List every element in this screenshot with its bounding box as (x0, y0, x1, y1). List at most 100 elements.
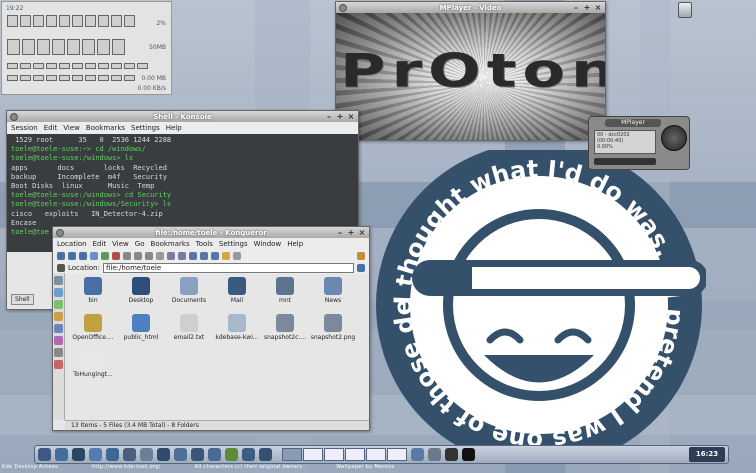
image-preview-icon[interactable] (222, 252, 230, 260)
minimize-icon[interactable]: – (336, 228, 344, 237)
file-item[interactable]: OpenOffice.... (69, 314, 117, 348)
mplayer-seek-bar[interactable] (594, 158, 656, 165)
sidebar-root-icon[interactable] (54, 348, 63, 357)
mplayer-video-window[interactable]: MPlayer - Video – + × PrOton (335, 1, 606, 141)
pager-desktop-4[interactable] (345, 448, 365, 461)
sidebar-services-icon[interactable] (54, 360, 63, 369)
file-icon[interactable] (84, 351, 102, 369)
file-icon[interactable] (84, 277, 102, 295)
video-frame[interactable]: PrOton (336, 13, 605, 140)
media-launcher-icon[interactable] (157, 448, 170, 461)
window-menu-icon[interactable] (10, 112, 18, 121)
menu-location[interactable]: Location (57, 240, 87, 248)
menu-help[interactable]: Help (287, 240, 303, 248)
trash-desktop-icon[interactable] (672, 2, 698, 18)
sidebar-history-icon[interactable] (54, 300, 63, 309)
file-icon[interactable] (324, 277, 342, 295)
go-icon[interactable] (357, 264, 365, 272)
paste-icon[interactable] (145, 252, 153, 260)
back-arrow-icon[interactable] (68, 252, 76, 260)
settings-icon[interactable] (233, 252, 241, 260)
trash-icon[interactable] (678, 2, 692, 18)
video-titlebar[interactable]: MPlayer - Video – + × (336, 2, 605, 13)
mplayer-controls[interactable]: MPlayer 00 - dcc0202 (00:00:40) 0.00% (588, 116, 690, 170)
file-icon[interactable] (132, 314, 150, 332)
taskbar-window-icon[interactable] (462, 448, 475, 461)
maximize-icon[interactable]: + (347, 228, 355, 237)
menu-session[interactable]: Session (11, 124, 38, 132)
file-icon[interactable] (228, 277, 246, 295)
file-item[interactable]: bin (69, 277, 117, 311)
konsole-titlebar[interactable]: Shell - Konsole – + × (7, 111, 358, 122)
up-arrow-icon[interactable] (57, 252, 65, 260)
file-icon[interactable] (324, 314, 342, 332)
menu-go[interactable]: Go (135, 240, 145, 248)
file-icon[interactable] (84, 314, 102, 332)
minimize-icon[interactable]: – (325, 112, 333, 121)
globe-launcher-icon[interactable] (174, 448, 187, 461)
maximize-icon[interactable]: + (336, 112, 344, 121)
zoom-in-icon[interactable] (167, 252, 175, 260)
kde-menu-icon[interactable] (38, 448, 51, 461)
calc-launcher-icon[interactable] (259, 448, 272, 461)
file-icon[interactable] (228, 314, 246, 332)
file-icon[interactable] (276, 314, 294, 332)
forward-arrow-icon[interactable] (79, 252, 87, 260)
sidebar-network-icon[interactable] (54, 324, 63, 333)
menu-edit[interactable]: Edit (44, 124, 58, 132)
sidebar-devices-icon[interactable] (54, 288, 63, 297)
pager-desktop-2[interactable] (303, 448, 323, 461)
file-icon[interactable] (180, 277, 198, 295)
zoom-out-icon[interactable] (178, 252, 186, 260)
menu-settings[interactable]: Settings (219, 240, 248, 248)
browser-launcher-icon[interactable] (106, 448, 119, 461)
home-icon[interactable] (90, 252, 98, 260)
menu-bookmarks[interactable]: Bookmarks (151, 240, 190, 248)
menu-help[interactable]: Help (166, 124, 182, 132)
file-item[interactable]: public_html (117, 314, 165, 348)
file-item[interactable]: kdebase-kwi... (213, 314, 261, 348)
location-input[interactable]: file:/home/toele (102, 263, 354, 273)
stop-icon[interactable] (112, 252, 120, 260)
pager-desktop-1[interactable] (282, 448, 302, 461)
sidebar-home-icon[interactable] (54, 312, 63, 321)
sidebar-media-icon[interactable] (54, 336, 63, 345)
file-item[interactable]: ToHungingt... (69, 351, 117, 385)
pager-desktop-6[interactable] (387, 448, 407, 461)
clear-location-icon[interactable] (57, 264, 65, 272)
tree-view-icon[interactable] (211, 252, 219, 260)
menu-bookmarks[interactable]: Bookmarks (86, 124, 125, 132)
file-item[interactable]: email2.txt (165, 314, 213, 348)
taskbar-window-icon[interactable] (428, 448, 441, 461)
file-item[interactable]: Desktop (117, 277, 165, 311)
file-icon[interactable] (180, 314, 198, 332)
minimize-icon[interactable]: – (572, 3, 580, 12)
home-icon[interactable] (89, 448, 102, 461)
menu-edit[interactable]: Edit (93, 240, 107, 248)
maximize-icon[interactable]: + (583, 3, 591, 12)
cut-icon[interactable] (123, 252, 131, 260)
file-item[interactable]: News (309, 277, 357, 311)
menu-window[interactable]: Window (254, 240, 282, 248)
copy-icon[interactable] (134, 252, 142, 260)
close-icon[interactable]: × (594, 3, 602, 12)
menu-view[interactable]: View (63, 124, 80, 132)
gear-icon[interactable] (225, 448, 238, 461)
icon-view-icon[interactable] (189, 252, 197, 260)
list-view-icon[interactable] (200, 252, 208, 260)
close-icon[interactable]: × (358, 228, 366, 237)
mixer-launcher-icon[interactable] (242, 448, 255, 461)
file-item[interactable]: Mail (213, 277, 261, 311)
panel-clock[interactable]: 16:23 (689, 447, 725, 462)
pager-desktop-5[interactable] (366, 448, 386, 461)
file-item[interactable]: Documents (165, 277, 213, 311)
taskbar-window-icon[interactable] (411, 448, 424, 461)
chat-launcher-icon[interactable] (191, 448, 204, 461)
print-icon[interactable] (156, 252, 164, 260)
pager-desktop-3[interactable] (324, 448, 344, 461)
close-icon[interactable]: × (347, 112, 355, 121)
konqueror-window[interactable]: file:/home/toele - Konqueror – + × Locat… (52, 226, 370, 431)
file-icon[interactable] (276, 277, 294, 295)
editor-launcher-icon[interactable] (140, 448, 153, 461)
menu-view[interactable]: View (112, 240, 129, 248)
